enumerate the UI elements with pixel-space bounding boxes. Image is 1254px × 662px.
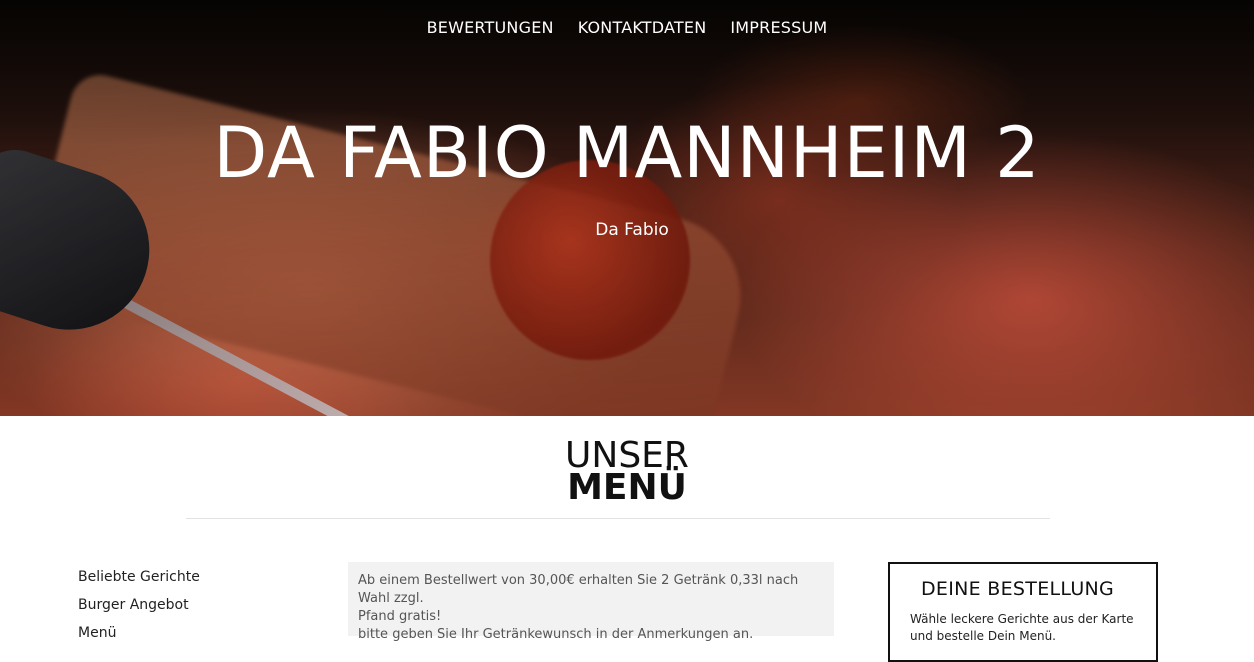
restaurant-title: DA FABIO MANNHEIM 2 bbox=[213, 112, 1041, 194]
order-panel: DEINE BESTELLUNG Wähle leckere Gerichte … bbox=[888, 562, 1158, 662]
nav-link-bewertungen[interactable]: BEWERTUNGEN bbox=[427, 16, 554, 40]
category-item-menue[interactable]: Menü bbox=[78, 619, 200, 647]
top-navigation: BEWERTUNGEN KONTAKTDATEN IMPRESSUM bbox=[0, 16, 1254, 40]
menu-section-heading: UNSER MENÜ bbox=[0, 438, 1254, 506]
section-divider bbox=[186, 518, 1050, 519]
promo-notice-line2: Pfand gratis! bbox=[358, 609, 442, 624]
promo-notice: Ab einem Bestellwert von 30,00€ erhalten… bbox=[348, 562, 834, 642]
order-panel-description: Wähle leckere Gerichte aus der Karte und… bbox=[910, 612, 1134, 643]
promo-notice-line3: bitte geben Sie Ihr Getränkewunsch in de… bbox=[358, 627, 754, 642]
nav-link-impressum[interactable]: IMPRESSUM bbox=[730, 16, 827, 40]
order-panel-title: DEINE BESTELLUNG bbox=[921, 578, 1115, 600]
restaurant-subtitle: Da Fabio bbox=[595, 220, 669, 240]
category-list: Beliebte Gerichte Burger Angebot Menü bbox=[78, 563, 200, 647]
category-item-burger-angebot[interactable]: Burger Angebot bbox=[78, 591, 200, 619]
nav-link-kontaktdaten[interactable]: KONTAKTDATEN bbox=[578, 16, 707, 40]
hero-banner: BEWERTUNGEN KONTAKTDATEN IMPRESSUM DA FA… bbox=[0, 0, 1254, 416]
menu-heading-line2: MENÜ bbox=[567, 467, 687, 508]
hero-overlay bbox=[0, 0, 1254, 416]
promo-notice-line1: Ab einem Bestellwert von 30,00€ erhalten… bbox=[358, 573, 799, 606]
category-item-beliebte-gerichte[interactable]: Beliebte Gerichte bbox=[78, 563, 200, 591]
